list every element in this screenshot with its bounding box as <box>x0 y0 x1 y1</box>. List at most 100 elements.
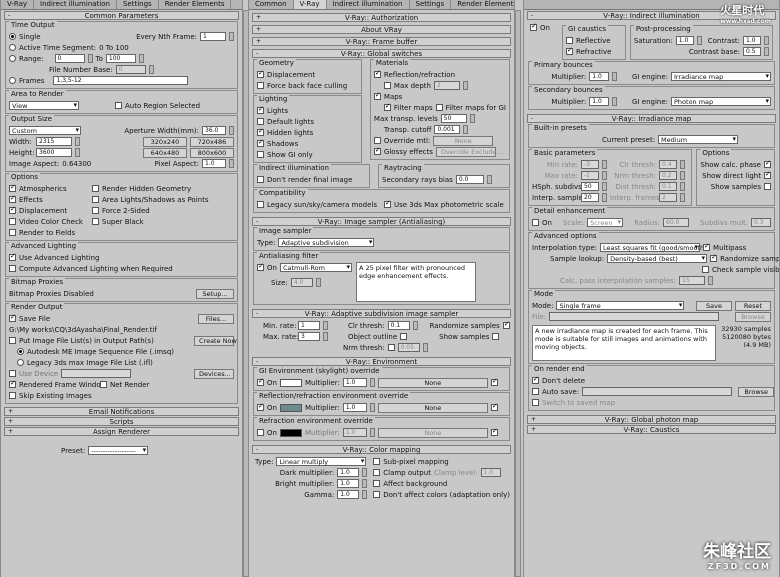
spinner[interactable] <box>696 36 702 45</box>
spinner[interactable] <box>323 321 328 330</box>
primary-mult-field[interactable]: 1.0 <box>589 72 610 81</box>
spinner[interactable] <box>680 160 685 169</box>
switch-saved-checkbox[interactable] <box>532 399 539 406</box>
files-button[interactable]: Files... <box>198 313 234 324</box>
clamp-output-checkbox[interactable] <box>373 469 381 476</box>
spinner[interactable] <box>229 126 234 135</box>
reset-button[interactable]: Reset <box>735 300 771 311</box>
mode-dropdown[interactable]: Single frame <box>556 301 685 310</box>
gi-env-map-checkbox[interactable] <box>490 377 498 386</box>
max-rate-field[interactable]: 3 <box>298 332 320 341</box>
rays-bias-field[interactable]: 0.0 <box>455 175 484 184</box>
legacy-sun-checkbox[interactable] <box>257 201 264 208</box>
aa-on-checkbox[interactable] <box>257 262 264 271</box>
filter-gi-checkbox[interactable] <box>435 104 443 111</box>
spinner[interactable] <box>315 278 321 287</box>
max-rate-field[interactable]: -1 <box>581 171 599 180</box>
preset-dropdown[interactable]: Medium <box>658 135 739 144</box>
spinner[interactable] <box>708 276 714 285</box>
interpolation-type-dropdown[interactable]: Least squares fit (good/smooth <box>600 243 704 252</box>
clr-thresh-field[interactable]: 0.4 <box>659 160 677 169</box>
min-rate-field[interactable]: -3 <box>581 160 599 169</box>
tab-vray[interactable]: V-Ray <box>293 0 327 9</box>
file-field[interactable] <box>549 312 720 321</box>
area-dropdown[interactable]: View <box>9 101 79 110</box>
size-800x600-button[interactable]: 800x600 <box>190 147 234 158</box>
spinner[interactable] <box>362 479 368 488</box>
rollout-image-sampler[interactable]: - V-Ray:: Image sampler (Antialiasing) <box>252 217 511 226</box>
max-depth-checkbox[interactable] <box>383 82 391 89</box>
max-depth-field[interactable]: 2 <box>433 81 460 90</box>
spinner[interactable] <box>680 171 685 180</box>
interp-samples-field[interactable]: 20 <box>581 193 599 202</box>
dont-render-final-checkbox[interactable] <box>257 176 264 183</box>
range-start-field[interactable]: 0 <box>54 54 85 63</box>
tab-indirect[interactable]: Indirect illumination <box>34 0 117 9</box>
spinner[interactable] <box>412 321 418 330</box>
setup-button[interactable]: Setup... <box>196 288 234 299</box>
spinner[interactable] <box>362 468 368 477</box>
width-field[interactable]: 2315 <box>36 137 72 146</box>
override-mtl-button[interactable]: None <box>433 135 494 146</box>
video-color-checkbox[interactable] <box>9 218 16 225</box>
rollout-color-mapping[interactable]: - V-Ray:: Color mapping <box>252 445 511 454</box>
compute-advanced-lighting-checkbox[interactable] <box>9 265 16 272</box>
aa-size-field[interactable]: 4.0 <box>290 278 313 287</box>
aa-filter-dropdown[interactable]: Catmull-Rom <box>279 263 352 272</box>
spinner[interactable] <box>469 114 475 123</box>
size-320x240-button[interactable]: 320x240 <box>143 136 187 147</box>
file-number-base-field[interactable]: 0 <box>115 65 146 74</box>
filter-maps-checkbox[interactable] <box>383 102 391 111</box>
rollout-global-photon-map[interactable]: + V-Ray:: Global photon map <box>527 415 776 424</box>
nth-frame-field[interactable]: 1 <box>200 32 226 41</box>
tab-render-elements[interactable]: Render Elements <box>451 0 514 9</box>
secondary-engine-dropdown[interactable]: Photon map <box>671 97 771 106</box>
active-segment-radio[interactable] <box>9 44 16 51</box>
save-file-checkbox[interactable] <box>9 313 16 322</box>
use-device-checkbox[interactable] <box>9 370 16 377</box>
contrast-base-field[interactable]: 0.5 <box>743 47 761 56</box>
detail-radius-field[interactable]: 60.0 <box>663 218 690 227</box>
photometric-checkbox[interactable] <box>384 199 391 208</box>
render-fields-checkbox[interactable] <box>9 229 16 236</box>
create-now-button[interactable]: Create Now <box>194 335 237 346</box>
spinner[interactable] <box>612 97 618 106</box>
auto-save-checkbox[interactable] <box>532 388 539 395</box>
use-advanced-lighting-checkbox[interactable] <box>9 252 16 261</box>
lights-checkbox[interactable] <box>257 105 264 114</box>
refr-env-map-checkbox[interactable] <box>490 427 498 436</box>
displacement-checkbox[interactable] <box>9 205 16 214</box>
frames-field[interactable]: 1,3,5-12 <box>53 76 189 85</box>
spinner[interactable] <box>602 182 607 191</box>
spinner[interactable] <box>486 175 492 184</box>
spinner[interactable] <box>75 137 80 146</box>
spinner[interactable] <box>369 403 375 412</box>
rollout-scripts[interactable]: + Scripts <box>4 417 239 426</box>
primary-engine-dropdown[interactable]: Irradiance map <box>671 72 771 81</box>
ifl-radio[interactable] <box>17 359 24 366</box>
refl-env-map-button[interactable]: None <box>377 402 488 413</box>
detail-scale-dropdown[interactable]: Screen <box>587 218 624 227</box>
auto-region-checkbox[interactable] <box>115 102 122 109</box>
gi-env-mult-field[interactable]: 1.0 <box>342 378 367 387</box>
check-visibility-checkbox[interactable] <box>702 266 709 273</box>
spinner[interactable] <box>680 182 685 191</box>
save-button[interactable]: Save <box>696 300 732 311</box>
show-calc-checkbox[interactable] <box>764 159 771 168</box>
nrm-thresh-checkbox[interactable] <box>387 344 395 351</box>
spinner[interactable] <box>602 193 607 202</box>
nrm-thresh-field[interactable]: 0.2 <box>659 171 677 180</box>
gi-env-map-button[interactable]: None <box>377 377 488 388</box>
override-mtl-checkbox[interactable] <box>373 137 381 144</box>
show-direct-checkbox[interactable] <box>764 170 771 179</box>
randomize-checkbox[interactable] <box>502 320 510 329</box>
spinner[interactable] <box>229 159 234 168</box>
shadows-checkbox[interactable] <box>257 138 264 147</box>
rollout-frame-buffer[interactable]: + V-Ray:: Frame buffer <box>252 37 511 46</box>
gamma-field[interactable]: 1.0 <box>337 490 360 499</box>
spinner[interactable] <box>369 378 375 387</box>
spinner[interactable] <box>75 148 80 157</box>
hsph-subdivs-field[interactable]: 50 <box>581 182 599 191</box>
refr-env-mult-field[interactable]: 1.0 <box>342 428 367 437</box>
height-field[interactable]: 3600 <box>36 148 72 157</box>
